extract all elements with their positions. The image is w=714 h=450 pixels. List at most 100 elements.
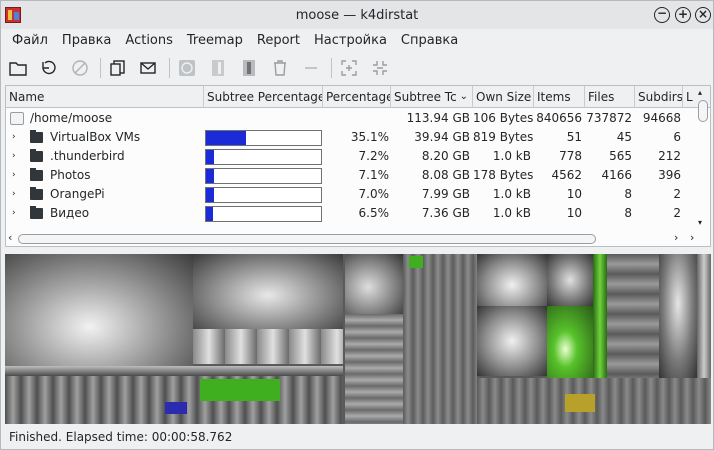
toolbar-separator <box>169 58 170 78</box>
row-name: Photos <box>50 168 91 182</box>
expand-arrow-icon[interactable]: › <box>12 171 18 180</box>
zoom-in-tree-icon[interactable] <box>238 57 260 79</box>
zoom-out-tree-icon[interactable] <box>207 57 229 79</box>
maximize-button[interactable]: + <box>675 7 691 23</box>
treemap-tile[interactable] <box>165 402 187 414</box>
treemap-tile[interactable] <box>409 256 423 268</box>
horizontal-scrollbar[interactable]: ‹ › › <box>6 231 710 246</box>
row-own-size: 1.0 kB <box>492 187 531 201</box>
row-subdirs: 212 <box>658 149 681 163</box>
treemap-tile[interactable] <box>5 254 193 366</box>
treemap-tile[interactable] <box>5 366 343 376</box>
scroll-down-arrow-icon[interactable]: ▾ <box>698 218 702 227</box>
treemap-tile[interactable] <box>659 254 697 378</box>
expand-arrow-icon[interactable]: › <box>12 209 18 218</box>
treemap-tile[interactable] <box>547 254 593 306</box>
row-subtree-total: 7.36 GB <box>421 206 470 220</box>
menu-actions[interactable]: Actions <box>118 29 180 53</box>
minimize-button[interactable]: − <box>654 7 670 23</box>
table-row[interactable]: › Видео 6.5% 7.36 GB 1.0 kB 10 8 2 <box>6 204 698 223</box>
sort-chevron-icon: ⌄ <box>459 91 468 102</box>
row-percentage: 35.1% <box>350 130 389 144</box>
row-own-size: 819 Bytes <box>473 130 534 144</box>
treemap-tile[interactable] <box>593 254 607 378</box>
open-folder-icon[interactable] <box>7 57 29 79</box>
row-name: Видео <box>50 206 90 220</box>
expand-arrow-icon[interactable]: › <box>12 133 18 142</box>
treemap-tile[interactable] <box>5 376 343 424</box>
folder-icon <box>30 130 43 143</box>
column-header-percentage[interactable]: Percentage <box>323 86 391 108</box>
percentage-bar-fill <box>206 188 215 202</box>
treemap-tile[interactable] <box>200 379 280 401</box>
minus-icon[interactable] <box>300 57 322 79</box>
row-subtree-total: 8.08 GB <box>421 168 470 182</box>
treemap-view[interactable] <box>5 254 711 424</box>
row-items: 778 <box>559 149 582 163</box>
row-files: 565 <box>609 149 632 163</box>
refresh-icon[interactable] <box>38 57 60 79</box>
menu-edit[interactable]: Правка <box>55 29 118 53</box>
minimize-icon: − <box>656 6 668 20</box>
column-header-own-size[interactable]: Own Size <box>473 86 534 108</box>
menu-help[interactable]: Справка <box>394 29 465 53</box>
row-percentage: 7.1% <box>358 168 390 182</box>
scroll-right-arrow-icon[interactable]: › <box>674 231 678 244</box>
horizontal-scroll-thumb[interactable] <box>18 234 596 244</box>
column-header-subtree-percentage[interactable]: Subtree Percentage <box>204 86 323 108</box>
treemap-tile[interactable] <box>697 254 711 378</box>
treemap-tile[interactable] <box>193 254 343 329</box>
table-row[interactable]: › VirtualBox VMs 35.1% 39.94 GB 819 Byte… <box>6 128 698 147</box>
vertical-scroll-thumb[interactable] <box>698 100 708 122</box>
table-row[interactable]: › .thunderbird 7.2% 8.20 GB 1.0 kB 778 5… <box>6 147 698 166</box>
subtree-percentage-bar <box>205 187 322 203</box>
row-name: .thunderbird <box>50 149 125 163</box>
treemap-tile[interactable] <box>565 394 595 412</box>
treemap-tile[interactable] <box>403 254 477 424</box>
row-subdirs: 2 <box>673 206 681 220</box>
column-header-subtree-total[interactable]: Subtree Tc ⌄ <box>391 86 473 108</box>
treemap-tile[interactable] <box>607 254 659 378</box>
treemap-tile[interactable] <box>345 254 403 314</box>
table-row-root[interactable]: /home/moose 113.94 GB 106 Bytes 840656 7… <box>6 109 698 128</box>
treemap-tile[interactable] <box>477 254 547 306</box>
window-title: moose — k4dirstat <box>295 8 419 23</box>
table-row[interactable]: › Photos 7.1% 8.08 GB 178 Bytes 4562 416… <box>6 166 698 185</box>
column-header-files[interactable]: Files <box>585 86 635 108</box>
row-items: 51 <box>566 130 582 144</box>
scroll-left-arrow-icon[interactable]: ‹ <box>8 231 12 244</box>
vertical-scrollbar[interactable]: ▴ ▾ <box>698 88 708 239</box>
copy-icon[interactable] <box>107 57 129 79</box>
treemap-tile[interactable] <box>477 306 547 376</box>
close-button[interactable]: × <box>695 7 711 23</box>
row-percentage: 7.0% <box>358 187 390 201</box>
menu-report[interactable]: Report <box>250 29 307 53</box>
treemap-tile[interactable] <box>345 314 403 424</box>
treemap-tile[interactable] <box>547 306 593 378</box>
expand-arrow-icon[interactable]: › <box>12 152 18 161</box>
main-window: moose — k4dirstat − + × Файл Правка Acti… <box>0 0 714 450</box>
scroll-up-arrow-icon[interactable]: ▴ <box>698 88 702 97</box>
treemap-tile[interactable] <box>193 329 343 364</box>
menu-treemap[interactable]: Treemap <box>180 29 250 53</box>
column-header-subdirs[interactable]: Subdirs <box>635 86 683 108</box>
toolbar <box>1 53 713 83</box>
menu-file[interactable]: Файл <box>5 29 55 53</box>
directory-tree-view[interactable]: Name Subtree Percentage Percentage Subtr… <box>5 85 711 247</box>
treemap-zoom-out-icon[interactable] <box>369 57 391 79</box>
row-percentage: 7.2% <box>358 149 390 163</box>
stop-icon[interactable] <box>69 57 91 79</box>
column-header-last[interactable]: L <box>683 86 698 108</box>
treemap-zoom-in-icon[interactable] <box>338 57 360 79</box>
column-header-name[interactable]: Name <box>6 86 204 108</box>
column-header-items[interactable]: Items <box>534 86 585 108</box>
expand-arrow-icon[interactable]: › <box>12 190 18 199</box>
mail-icon[interactable] <box>138 57 160 79</box>
table-row[interactable]: › OrangePi 7.0% 7.99 GB 1.0 kB 10 8 2 <box>6 185 698 204</box>
row-name: VirtualBox VMs <box>50 130 141 144</box>
row-own-size: 1.0 kB <box>492 206 531 220</box>
delete-icon[interactable] <box>269 57 291 79</box>
clean-icon[interactable] <box>176 57 198 79</box>
scroll-right-end-arrow-icon[interactable]: › <box>690 231 694 244</box>
menu-settings[interactable]: Настройка <box>307 29 394 53</box>
